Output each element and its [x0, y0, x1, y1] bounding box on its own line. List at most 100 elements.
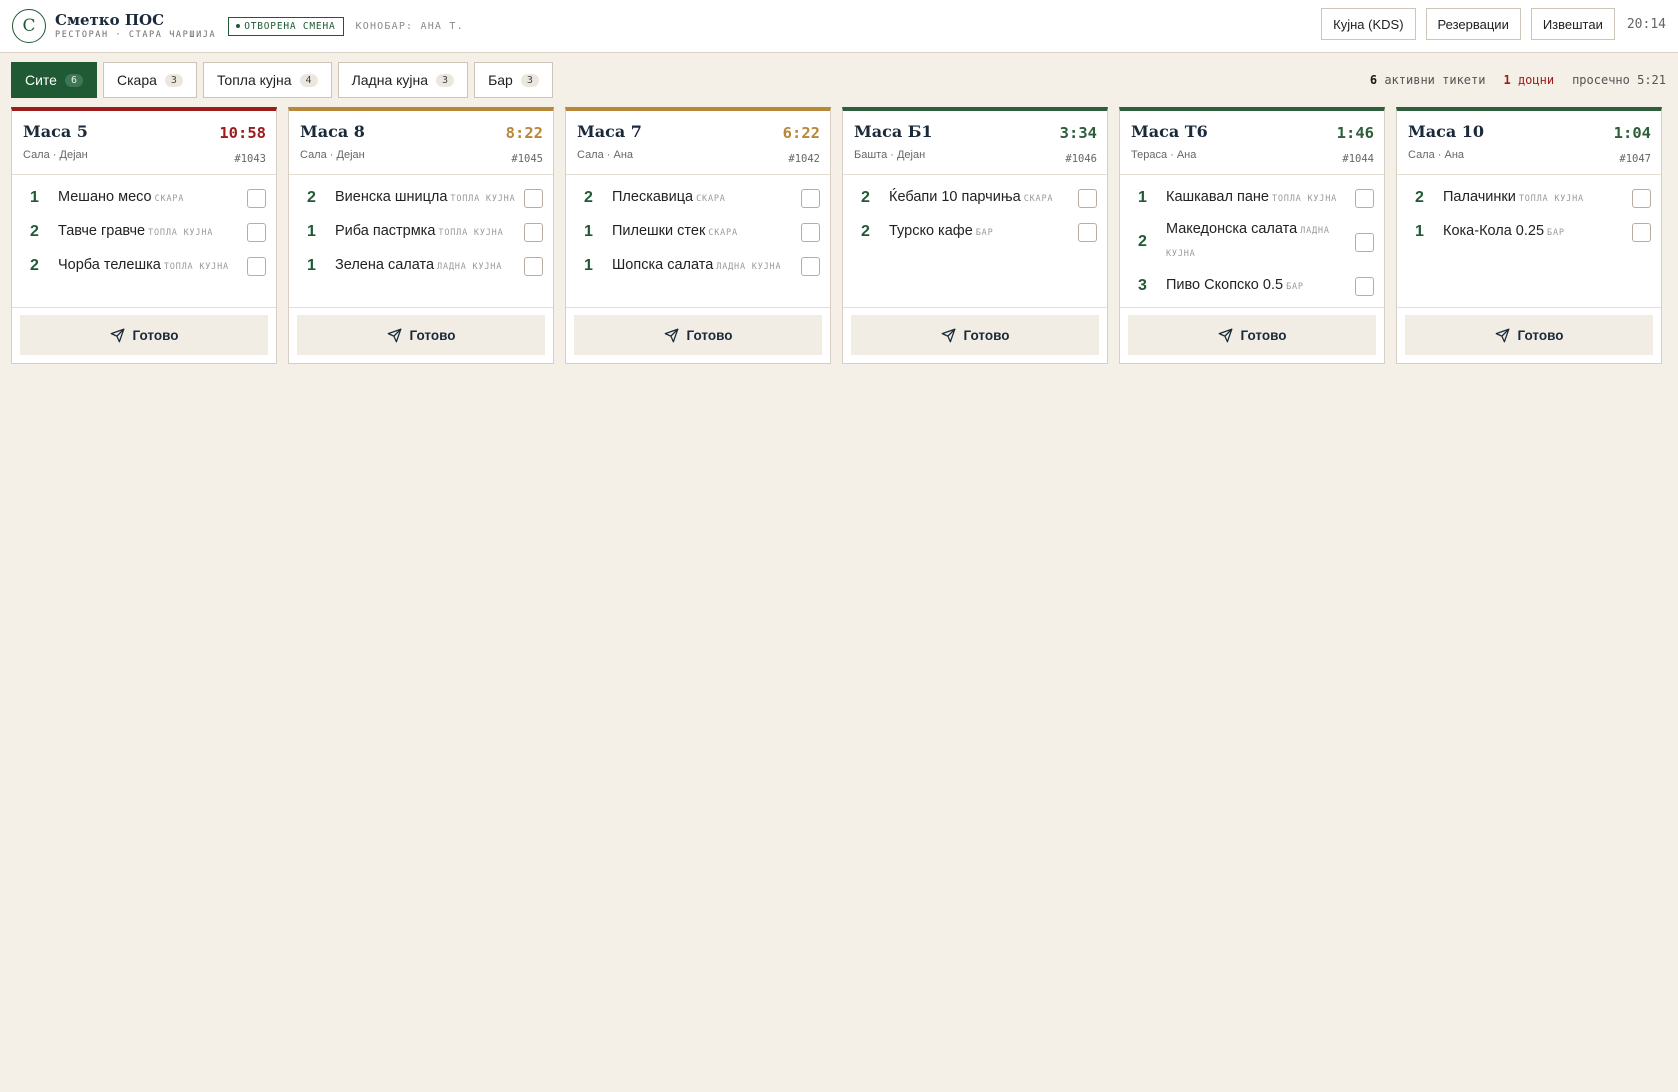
item-quantity: 2: [307, 189, 316, 206]
done-button[interactable]: Готово: [1405, 315, 1653, 355]
ticket-card: Маса Т6 1:46 Тераса · Ана #1044 1 Кашкава…: [1119, 107, 1385, 364]
active-tickets-stat: 6 активни тикети: [1370, 73, 1486, 87]
ticket-items: 2 Виенска шницла ТОПЛА КУЈНА 1 Риба пастрмка…: [289, 175, 553, 307]
item-name: Виенска шницла ТОПЛА КУЈНА: [335, 188, 516, 205]
done-button[interactable]: Готово: [851, 315, 1099, 355]
item-done-checkbox[interactable]: [524, 222, 543, 242]
item-quantity: 1: [307, 223, 316, 240]
item-done-checkbox[interactable]: [1632, 222, 1651, 242]
item-station-tag: БАР: [1547, 227, 1565, 238]
ticket-card: Маса 5 10:58 Сала · Дејан #1043 1 Мешано …: [11, 107, 277, 364]
ticket-stats: 6 активни тикети 1 доцни просечно 5:21: [1370, 73, 1666, 87]
reports-button[interactable]: Извештаи: [1530, 8, 1615, 40]
item-name: Плескавица СКАРА: [612, 188, 726, 205]
item-station-tag: ЛАДНА КУЈНА: [437, 261, 503, 272]
tab-grill[interactable]: Скара 3: [103, 62, 197, 98]
tab-count-badge: 6: [64, 73, 84, 87]
ticket-area-waiter: Сала · Ана: [1408, 149, 1465, 161]
average-time-stat: просечно 5:21: [1572, 73, 1666, 87]
done-button[interactable]: Готово: [574, 315, 822, 355]
item-done-checkbox[interactable]: [247, 256, 266, 276]
logo: С: [12, 9, 46, 43]
active-label: активни тикети: [1384, 73, 1486, 87]
tab-all[interactable]: Сите 6: [11, 62, 98, 98]
brand-subtitle: РЕСТОРАН · СТАРА ЧАРШИЈА: [55, 30, 217, 40]
ticket-item: 1 Зелена салата ЛАДНА КУЈНА: [289, 249, 553, 283]
item-done-checkbox[interactable]: [801, 188, 820, 208]
tab-cold-kitchen[interactable]: Ладна кујна 3: [337, 62, 469, 98]
item-done-checkbox[interactable]: [524, 188, 543, 208]
item-done-checkbox[interactable]: [1355, 232, 1374, 252]
ticket-timer: 10:58: [219, 124, 266, 142]
ticket-number: #1043: [234, 153, 266, 165]
ticket-area-waiter: Сала · Дејан: [23, 149, 88, 161]
tab-label: Бар: [488, 72, 513, 88]
send-icon: [1495, 328, 1509, 342]
item-done-checkbox[interactable]: [1355, 276, 1374, 296]
tab-count-badge: 4: [299, 73, 318, 87]
item-quantity: 2: [861, 223, 870, 240]
done-button[interactable]: Готово: [1128, 315, 1376, 355]
item-name: Зелена салата ЛАДНА КУЈНА: [335, 256, 503, 273]
ticket-footer: Готово: [12, 307, 276, 363]
item-done-checkbox[interactable]: [247, 188, 266, 208]
filter-bar: Сите 6 Скара 3 Топла кујна 4 Ладна кујна…: [0, 53, 1678, 107]
brand-name: Сметко ПОС: [55, 11, 165, 29]
item-done-checkbox[interactable]: [801, 222, 820, 242]
item-name: Македонска салата ЛАДНА КУЈНА: [1166, 221, 1330, 259]
ticket-area-waiter: Сала · Ана: [577, 149, 634, 161]
ticket-number: #1042: [788, 153, 820, 165]
ticket-items: 1 Кашкавал пане ТОПЛА КУЈНА 2 Македонска сал…: [1120, 175, 1384, 307]
late-count: 1: [1503, 73, 1511, 87]
item-station-tag: СКАРА: [708, 227, 738, 238]
brand: Сметко ПОС РЕСТОРАН · СТАРА ЧАРШИЈА: [55, 12, 216, 40]
ticket-timer: 1:46: [1336, 124, 1374, 142]
done-label: Готово: [409, 327, 456, 343]
item-done-checkbox[interactable]: [1078, 188, 1097, 208]
tab-count-badge: 3: [164, 73, 183, 87]
item-done-checkbox[interactable]: [801, 256, 820, 276]
status-dot-icon: [236, 24, 241, 28]
item-done-checkbox[interactable]: [1078, 222, 1097, 242]
ticket-item: 2 Македонска салата ЛАДНА КУЈНА: [1120, 215, 1384, 269]
item-name: Ќебапи 10 парчиња СКАРА: [889, 188, 1054, 205]
item-quantity: 2: [30, 257, 39, 274]
send-icon: [664, 328, 678, 342]
done-label: Готово: [963, 327, 1010, 343]
ticket-grid: Маса 5 10:58 Сала · Дејан #1043 1 Мешано …: [0, 107, 1678, 364]
item-done-checkbox[interactable]: [247, 222, 266, 242]
done-label: Готово: [132, 327, 179, 343]
ticket-header: Маса 8 8:22 Сала · Дејан #1045: [289, 111, 553, 175]
item-done-checkbox[interactable]: [524, 256, 543, 276]
item-done-checkbox[interactable]: [1355, 188, 1374, 208]
ticket-area-waiter: Башта · Дејан: [854, 149, 926, 161]
tab-bar[interactable]: Бар 3: [474, 62, 553, 98]
item-station-tag: ТОПЛА КУЈНА: [438, 227, 504, 238]
ticket-footer: Готово: [1120, 307, 1384, 363]
item-station-tag: ТОПЛА КУЈНА: [450, 193, 516, 204]
send-icon: [941, 328, 955, 342]
ticket-header: Маса 10 1:04 Сала · Ана #1047: [1397, 111, 1661, 175]
clock: 20:14: [1626, 16, 1666, 32]
header-actions: Кујна (KDS) Резервации Извештаи 20:14: [1321, 8, 1666, 40]
item-quantity: 1: [1415, 223, 1424, 240]
item-quantity: 1: [30, 189, 39, 206]
tab-hot-kitchen[interactable]: Топла кујна 4: [202, 62, 332, 98]
send-icon: [387, 328, 401, 342]
tab-label: Сите: [25, 72, 57, 88]
ticket-item: 2 Тавче гравче ТОПЛА КУЈНА: [12, 215, 276, 249]
item-station-tag: БАР: [975, 227, 994, 238]
done-button[interactable]: Готово: [20, 315, 268, 355]
item-done-checkbox[interactable]: [1632, 188, 1651, 208]
ticket-number: #1047: [1619, 153, 1651, 165]
ticket-item: 2 Палачинки ТОПЛА КУЈНА: [1397, 181, 1661, 215]
send-icon: [110, 328, 124, 342]
reservations-button[interactable]: Резервации: [1425, 8, 1521, 40]
tab-count-badge: 3: [520, 73, 539, 87]
item-quantity: 2: [584, 189, 593, 206]
item-name: Шопска салата ЛАДНА КУЈНА: [612, 256, 782, 273]
logo-letter: С: [22, 16, 36, 36]
item-name: Палачинки ТОПЛА КУЈНА: [1443, 188, 1584, 205]
kitchen-kds-button[interactable]: Кујна (KDS): [1321, 8, 1416, 40]
done-button[interactable]: Готово: [297, 315, 545, 355]
